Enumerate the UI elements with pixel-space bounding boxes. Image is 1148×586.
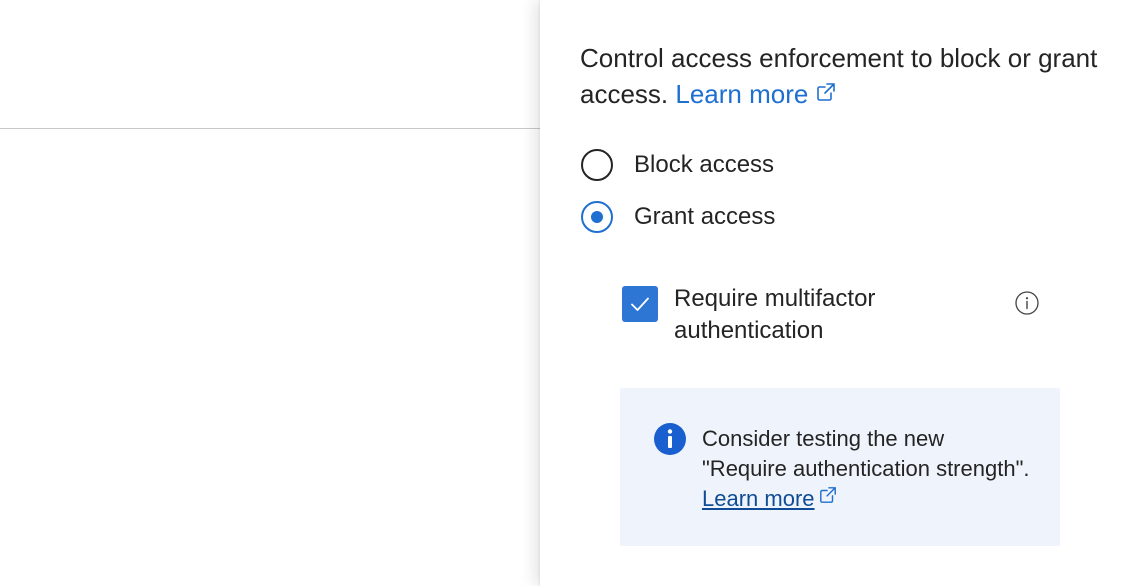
- grant-access-label: Grant access: [634, 203, 776, 230]
- radio-block-access[interactable]: Block access: [581, 149, 774, 181]
- callout-learn-more-label: Learn more: [702, 486, 815, 511]
- radio-grant-access[interactable]: Grant access: [581, 201, 775, 233]
- block-access-label: Block access: [634, 151, 775, 178]
- radio-button-unchecked[interactable]: [581, 149, 613, 181]
- background-content: [0, 0, 540, 586]
- callout-message: Consider testing the new "Require authen…: [702, 424, 1032, 515]
- learn-more-label: Learn more: [675, 79, 809, 109]
- external-link-icon: [816, 75, 836, 111]
- require-mfa-checkbox[interactable]: [622, 286, 658, 322]
- callout-learn-more-link[interactable]: Learn more: [702, 486, 837, 511]
- callout-text: Consider testing the new "Require authen…: [702, 426, 1030, 481]
- checkmark-icon: [631, 297, 649, 311]
- grant-description: Control access enforcement to block or g…: [580, 40, 1100, 114]
- radio-button-checked[interactable]: [581, 201, 613, 233]
- divider: [0, 128, 540, 129]
- external-link-icon: [819, 482, 837, 512]
- require-mfa-label: Require multifactor authentication: [674, 285, 876, 344]
- auth-strength-callout: Consider testing the new "Require authen…: [620, 388, 1060, 546]
- access-controls-panel: Control access enforcement to block or g…: [540, 0, 1148, 586]
- require-mfa-option[interactable]: Require multifactor authentication: [622, 285, 1042, 347]
- learn-more-link[interactable]: Learn more: [675, 79, 836, 109]
- info-circle-icon[interactable]: [1015, 291, 1039, 315]
- description-text: Control access enforcement to block or g…: [580, 43, 1098, 109]
- info-filled-icon: [653, 422, 687, 456]
